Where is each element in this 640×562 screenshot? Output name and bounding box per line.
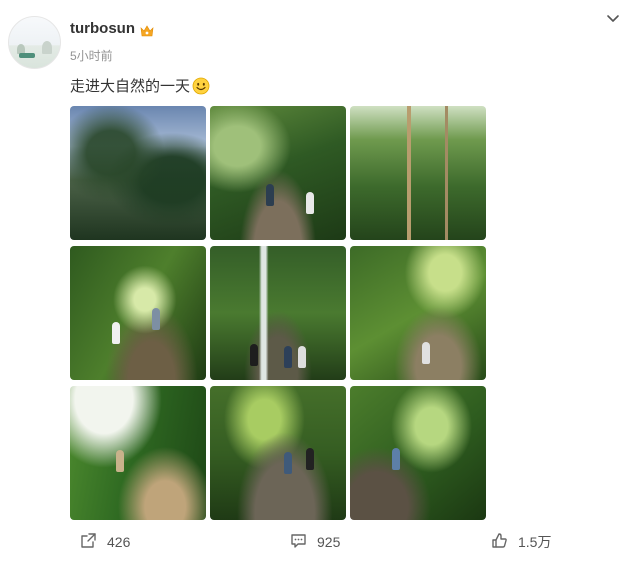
like-count: 1.5万 [518, 534, 552, 550]
photo-9[interactable] [350, 386, 486, 520]
hiker-figure [284, 452, 292, 474]
hiker-figure [266, 184, 274, 206]
username-row: turbosun [70, 20, 154, 37]
share-icon [80, 532, 97, 552]
hiker-figure [112, 322, 120, 344]
comment-icon [290, 532, 307, 552]
like-button[interactable]: 1.5万 [491, 532, 551, 552]
hiker-figure [116, 450, 124, 472]
hiker-figure [152, 308, 160, 330]
photo-grid [70, 106, 486, 521]
crown-icon [140, 24, 154, 36]
photo-1[interactable] [70, 106, 206, 240]
photo-6[interactable] [350, 246, 486, 380]
post-time[interactable]: 5小时前 [70, 47, 113, 64]
photo-8[interactable] [210, 386, 346, 520]
share-count: 426 [107, 534, 131, 550]
weibo-post-card: turbosun 5小时前 走进大自然的一天 426 925 1.5万 [0, 0, 640, 562]
hiker-figure [392, 448, 400, 470]
chevron-down-icon[interactable] [606, 12, 620, 26]
photo-5[interactable] [210, 246, 346, 380]
hiker-figure [306, 448, 314, 470]
share-button[interactable]: 426 [80, 532, 130, 552]
avatar-tree-shape-2 [42, 41, 52, 54]
photo-7[interactable] [70, 386, 206, 520]
post-text-content: 走进大自然的一天 [70, 78, 191, 95]
avatar-car-shape [19, 53, 35, 58]
username[interactable]: turbosun [70, 20, 135, 37]
comment-count: 925 [317, 534, 341, 550]
hiker-figure [298, 346, 306, 368]
comment-button[interactable]: 925 [290, 532, 340, 552]
avatar[interactable] [8, 16, 61, 69]
photo-2[interactable] [210, 106, 346, 240]
smile-emoji-icon [192, 77, 210, 95]
hiker-figure [250, 344, 258, 366]
photo-3[interactable] [350, 106, 486, 240]
hiker-figure [306, 192, 314, 214]
thumbs-up-icon [491, 532, 508, 552]
hiker-figure [284, 346, 292, 368]
post-text: 走进大自然的一天 [70, 75, 210, 96]
action-bar: 426 925 1.5万 [0, 522, 640, 562]
hiker-figure [422, 342, 430, 364]
photo-4[interactable] [70, 246, 206, 380]
